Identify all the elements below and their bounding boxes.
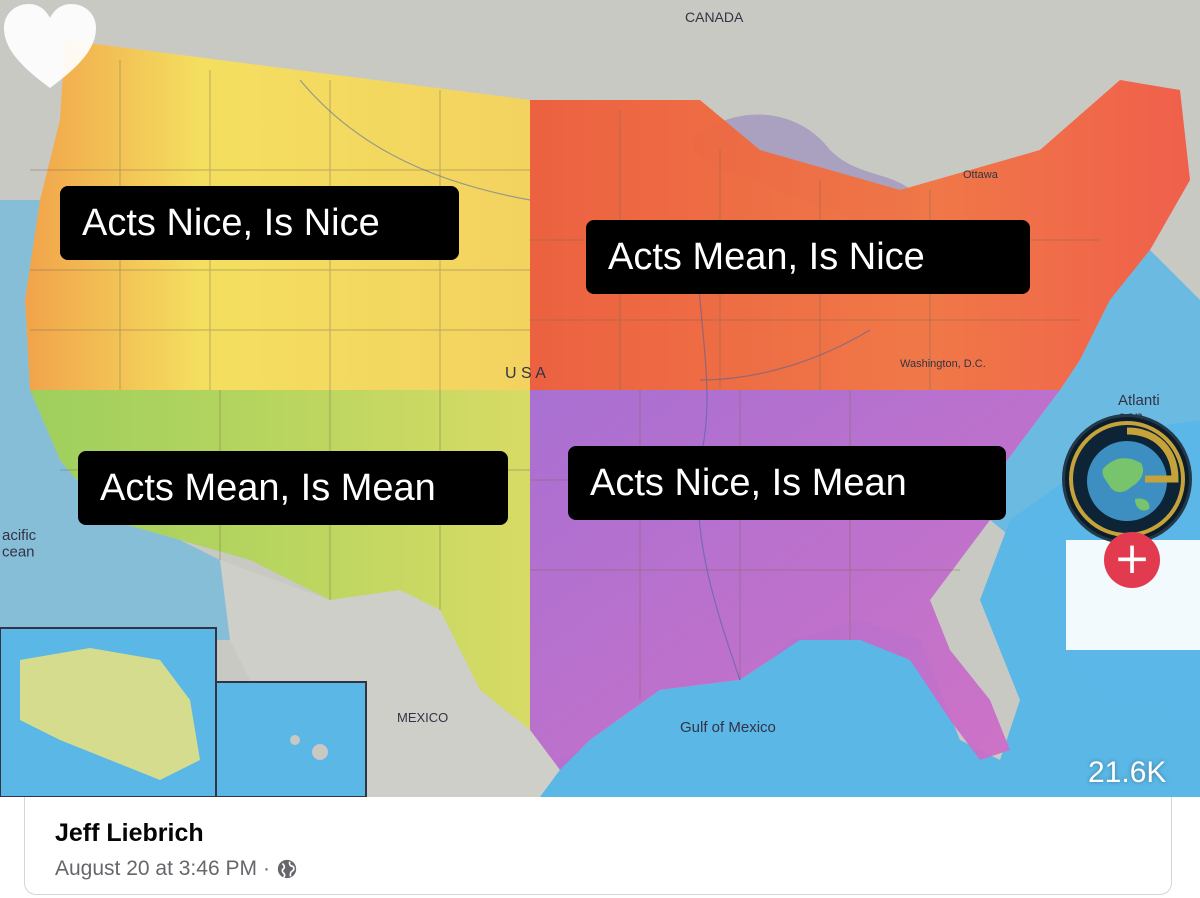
us-map: CANADA MEXICO Gulf of Mexico U S A Ottaw… xyxy=(0,0,1200,797)
follow-button[interactable]: + xyxy=(1104,532,1160,588)
post-footer-card: Jeff Liebrich August 20 at 3:46 PM · xyxy=(24,797,1172,895)
post-meta: August 20 at 3:46 PM · xyxy=(55,857,298,881)
map-label-canada: CANADA xyxy=(685,9,744,25)
hawaii-island xyxy=(290,735,300,745)
map-label-usa: U S A xyxy=(505,365,546,382)
label-northwest: Acts Nice, Is Nice xyxy=(60,186,459,260)
creator-avatar[interactable] xyxy=(1062,414,1192,544)
label-southwest: Acts Mean, Is Mean xyxy=(78,451,508,525)
globe-logo-icon xyxy=(1069,421,1185,537)
post-author-name[interactable]: Jeff Liebrich xyxy=(55,819,204,848)
map-label-washington: Washington, D.C. xyxy=(900,358,986,370)
map-label-pacific: acific cean xyxy=(2,527,37,561)
map-label-gulf: Gulf of Mexico xyxy=(680,719,776,736)
map-label-ottawa: Ottawa xyxy=(963,169,999,181)
like-count: 21.6K xyxy=(1088,756,1167,789)
map-label-mexico: MEXICO xyxy=(397,710,448,725)
facebook-post: CANADA MEXICO Gulf of Mexico U S A Ottaw… xyxy=(0,0,1200,898)
post-timestamp[interactable]: August 20 at 3:46 PM xyxy=(55,857,257,881)
label-northeast: Acts Mean, Is Nice xyxy=(586,220,1030,294)
hawaii-island xyxy=(312,744,328,760)
heart-icon[interactable] xyxy=(0,0,100,92)
post-video-frame[interactable]: CANADA MEXICO Gulf of Mexico U S A Ottaw… xyxy=(0,0,1200,797)
meta-separator: · xyxy=(262,857,270,880)
label-southeast: Acts Nice, Is Mean xyxy=(568,446,1006,520)
globe-icon[interactable] xyxy=(276,858,298,880)
